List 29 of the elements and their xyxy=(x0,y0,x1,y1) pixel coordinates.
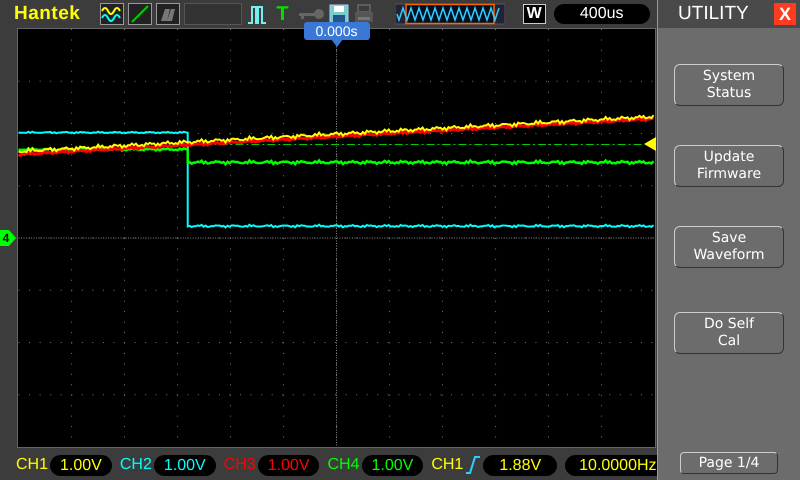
memory-waveform-icon[interactable] xyxy=(394,3,505,25)
acquisition-mode[interactable]: W xyxy=(522,4,546,24)
menu-title: UTILITY xyxy=(678,3,749,25)
empty-slot-icon xyxy=(184,3,242,25)
menu-button[interactable]: System Status xyxy=(674,64,784,106)
key-icon xyxy=(296,7,325,21)
menu-button[interactable]: Do Self Cal xyxy=(674,312,784,354)
waveform-display-icon[interactable] xyxy=(100,3,124,25)
trigger-indicator: T xyxy=(276,2,289,26)
brand-logo: Hantek xyxy=(14,3,80,25)
channel-label[interactable]: CH4 xyxy=(327,456,360,474)
channel-scale[interactable]: 1.00V xyxy=(362,454,424,476)
pulse-icon[interactable] xyxy=(246,3,268,25)
menu-button[interactable]: Update Firmware xyxy=(674,145,784,187)
menu-button[interactable]: Save Waveform xyxy=(674,226,784,268)
close-button[interactable]: X xyxy=(774,3,796,25)
channel-label[interactable]: CH2 xyxy=(120,456,152,474)
channel-scale[interactable]: 1.00V xyxy=(154,454,216,476)
persistence-icon[interactable] xyxy=(156,3,180,25)
page-button[interactable]: Page 1/4 xyxy=(680,452,778,474)
timebase-value[interactable]: 400us xyxy=(554,4,650,24)
channel-label[interactable]: CH1 xyxy=(16,456,48,474)
channel-scale[interactable]: 1.00V xyxy=(50,454,112,476)
ground-marker[interactable]: 4 xyxy=(0,230,16,246)
rising-edge-icon xyxy=(465,455,482,475)
channel-scale[interactable]: 1.00V xyxy=(258,454,320,476)
trigger-level-arrow-icon[interactable] xyxy=(644,137,656,151)
trigger-source[interactable]: CH1 xyxy=(431,456,464,474)
trigger-level-value[interactable]: 1.88V xyxy=(483,454,558,476)
